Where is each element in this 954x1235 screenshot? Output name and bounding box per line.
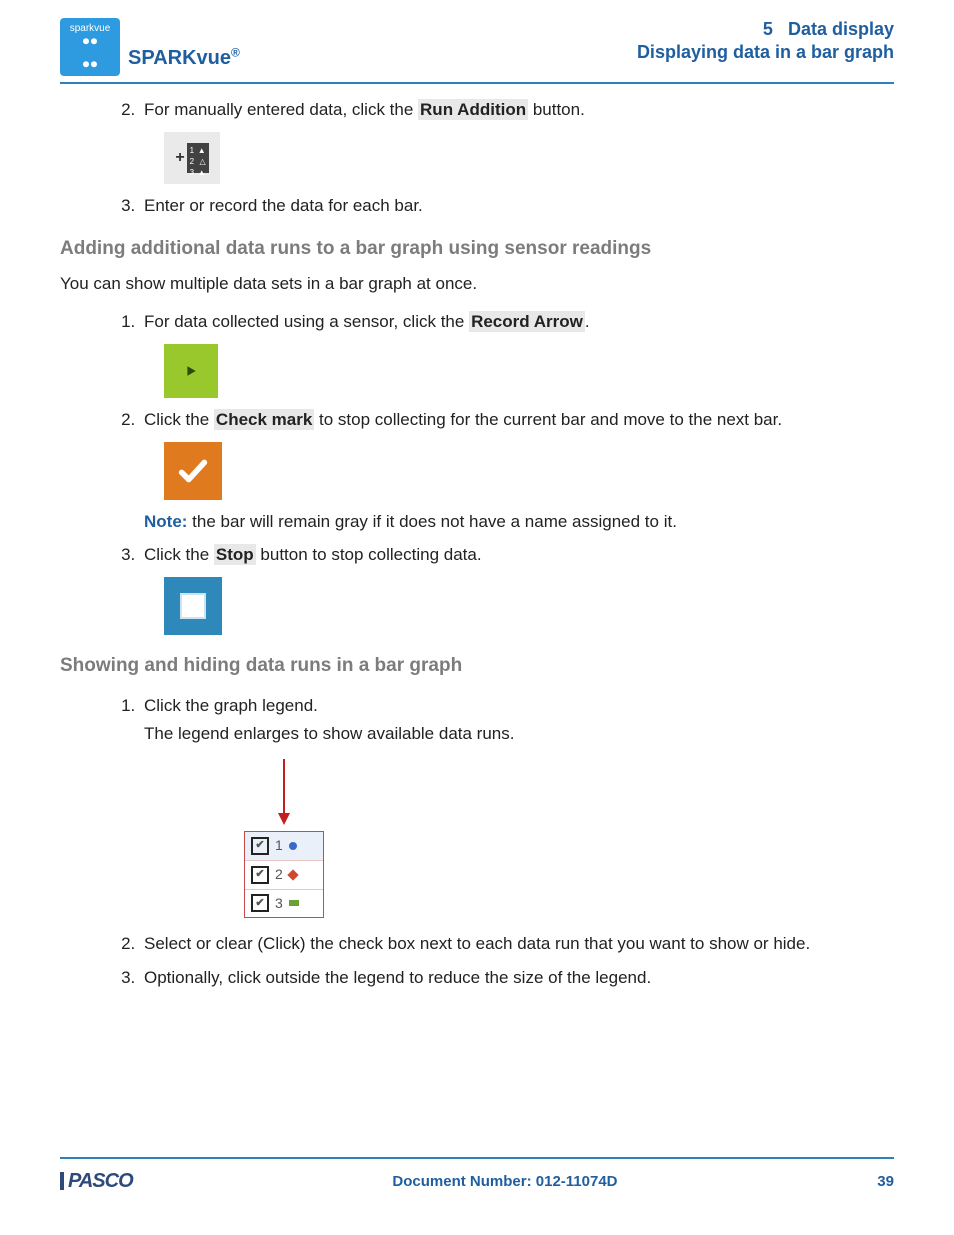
check-mark-label: Check mark [214, 409, 314, 430]
red-marker-icon [287, 869, 298, 880]
app-name: SPARKvue® [128, 44, 240, 72]
record-arrow-label: Record Arrow [469, 311, 585, 332]
page-number: 39 [877, 1171, 894, 1192]
blue-marker-icon [289, 842, 297, 850]
stop-icon [164, 577, 222, 635]
list-item: Enter or record the data for each bar. [140, 194, 894, 218]
legend-sub-text: The legend enlarges to show available da… [144, 722, 894, 746]
run-addition-label: Run Addition [418, 99, 528, 120]
chapter-number: 5 [763, 19, 773, 39]
app-name-text: SPARKvue [128, 47, 231, 69]
note-line: Note: the bar will remain gray if it doe… [144, 510, 894, 534]
page-header: sparkvue SPARKvue® 5 Data display Displa… [60, 18, 894, 84]
legend-row: ✔ 3 [245, 889, 323, 918]
list-item: For data collected using a sensor, click… [140, 310, 894, 398]
run-addition-icon: + 1▲ 2△ 3▲ [164, 132, 220, 184]
sparkvue-logo-icon: sparkvue [60, 18, 120, 76]
stop-label: Stop [214, 544, 256, 565]
legend-run-number: 2 [275, 865, 283, 885]
list-item: For manually entered data, click the Run… [140, 98, 894, 184]
check-mark-icon [164, 442, 222, 500]
pasco-logo-icon: PASCO [60, 1167, 133, 1195]
heading-show-hide: Showing and hiding data runs in a bar gr… [60, 653, 894, 680]
down-arrow-icon [244, 757, 324, 827]
list-show-hide: Click the graph legend. The legend enlar… [60, 694, 894, 990]
document-number: Document Number: 012-11074D [392, 1171, 617, 1192]
legend-diagram: ✔ 1 ✔ 2 ✔ 3 [244, 757, 324, 918]
registered-mark: ® [231, 45, 240, 59]
header-right: 5 Data display Displaying data in a bar … [637, 18, 894, 65]
list-manual-data: For manually entered data, click the Run… [60, 98, 894, 218]
list-sensor: For data collected using a sensor, click… [60, 310, 894, 635]
legend-run-number: 1 [275, 836, 283, 856]
list-item: Click the Stop button to stop collecting… [140, 543, 894, 635]
page-footer: PASCO Document Number: 012-11074D 39 [60, 1157, 894, 1195]
legend-run-number: 3 [275, 894, 283, 914]
checkbox-icon: ✔ [251, 894, 269, 912]
note-label: Note: [144, 512, 187, 531]
list-item: Click the graph legend. The legend enlar… [140, 694, 894, 918]
checkbox-icon: ✔ [251, 866, 269, 884]
header-section-title: Displaying data in a bar graph [637, 41, 894, 64]
list-item: Click the Check mark to stop collecting … [140, 408, 894, 534]
sensor-intro: You can show multiple data sets in a bar… [60, 272, 894, 296]
checkbox-icon: ✔ [251, 837, 269, 855]
list-item: Optionally, click outside the legend to … [140, 966, 894, 990]
legend-row: ✔ 2 [245, 860, 323, 889]
green-marker-icon [289, 900, 299, 906]
legend-box: ✔ 1 ✔ 2 ✔ 3 [244, 831, 324, 918]
chapter-title: Data display [788, 19, 894, 39]
header-left: sparkvue SPARKvue® [60, 18, 240, 76]
list-item: Select or clear (Click) the check box ne… [140, 932, 894, 956]
legend-row: ✔ 1 [245, 832, 323, 860]
record-arrow-icon [164, 344, 218, 398]
heading-sensor-runs: Adding additional data runs to a bar gra… [60, 236, 894, 263]
